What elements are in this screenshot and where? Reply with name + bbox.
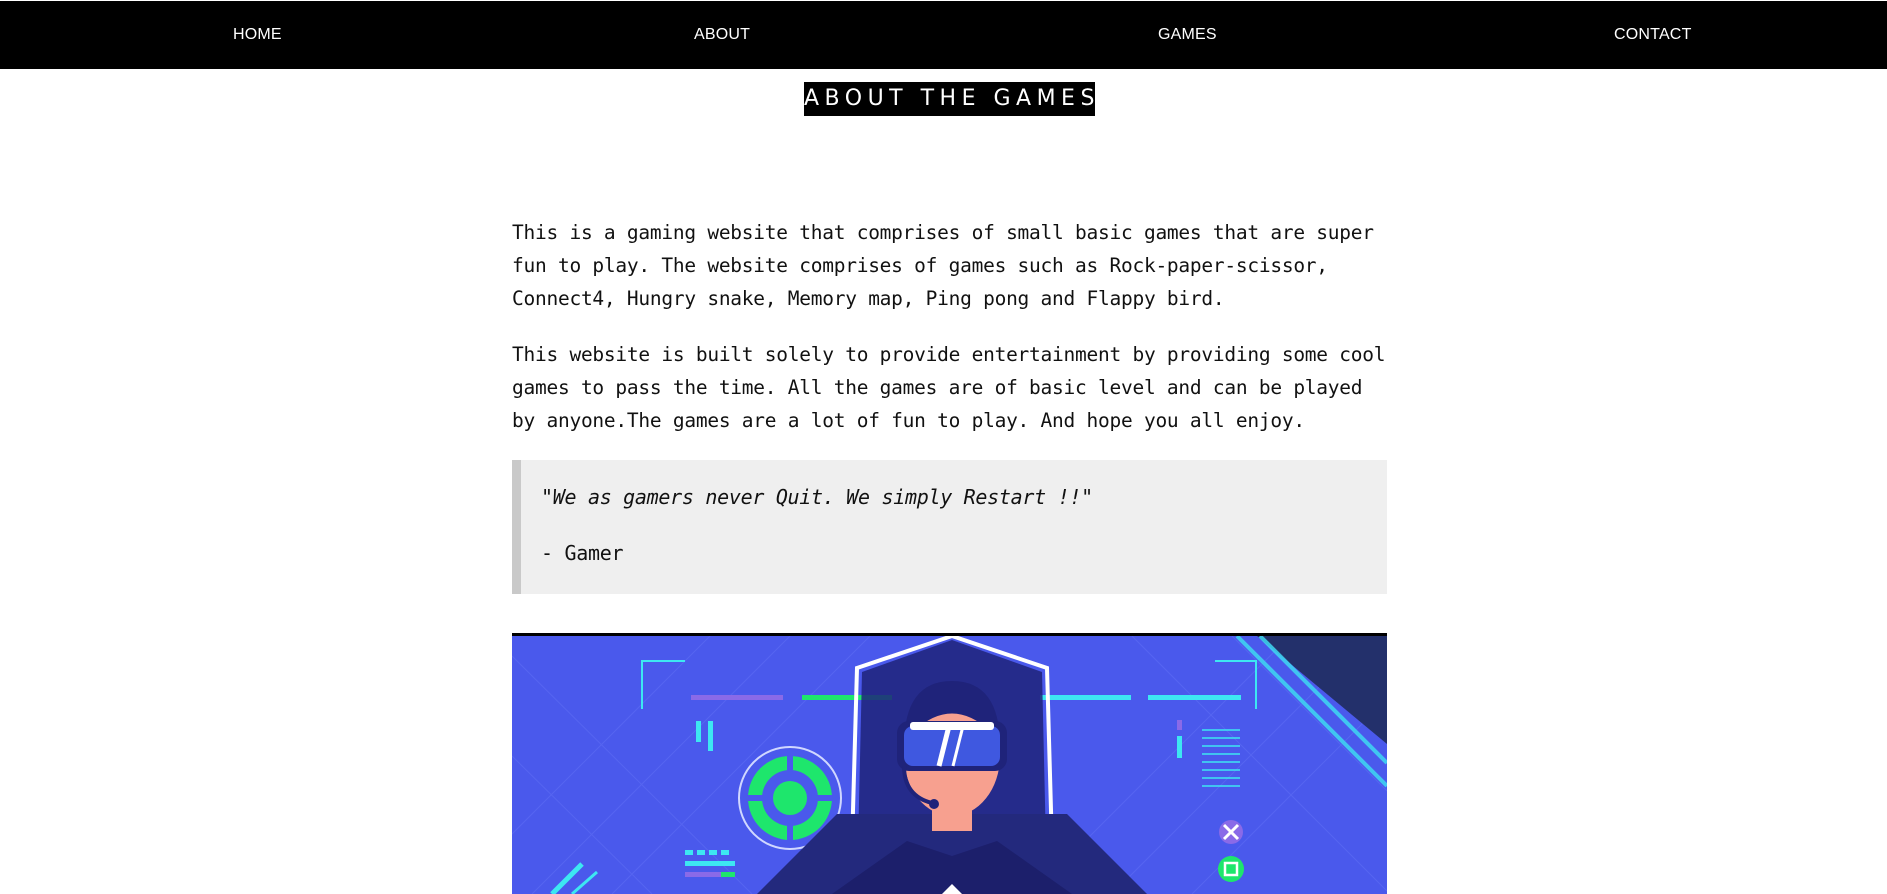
- top-nav: HOME ABOUT GAMES CONTACT: [0, 1, 1887, 69]
- vr-gamer-illustration-svg: [512, 636, 1387, 894]
- nav-contact-link[interactable]: CONTACT: [1614, 1, 1692, 69]
- nav-games-link[interactable]: GAMES: [1158, 1, 1217, 69]
- nav-about-link[interactable]: ABOUT: [694, 1, 750, 69]
- quote-text: "We as gamers never Quit. We simply Rest…: [541, 485, 1093, 509]
- intro-paragraph: This is a gaming website that comprises …: [512, 221, 1374, 310]
- gamer-quote: "We as gamers never Quit. We simply Rest…: [512, 460, 1387, 594]
- quote-author: - Gamer: [541, 541, 624, 565]
- vr-gamer-illustration: [512, 633, 1387, 894]
- about-content: This is a gaming website that comprises …: [512, 216, 1387, 460]
- nav-home-link[interactable]: HOME: [233, 1, 282, 69]
- purpose-paragraph: This website is built solely to provide …: [512, 343, 1386, 432]
- page-title: ABOUT THE GAMES: [804, 82, 1095, 116]
